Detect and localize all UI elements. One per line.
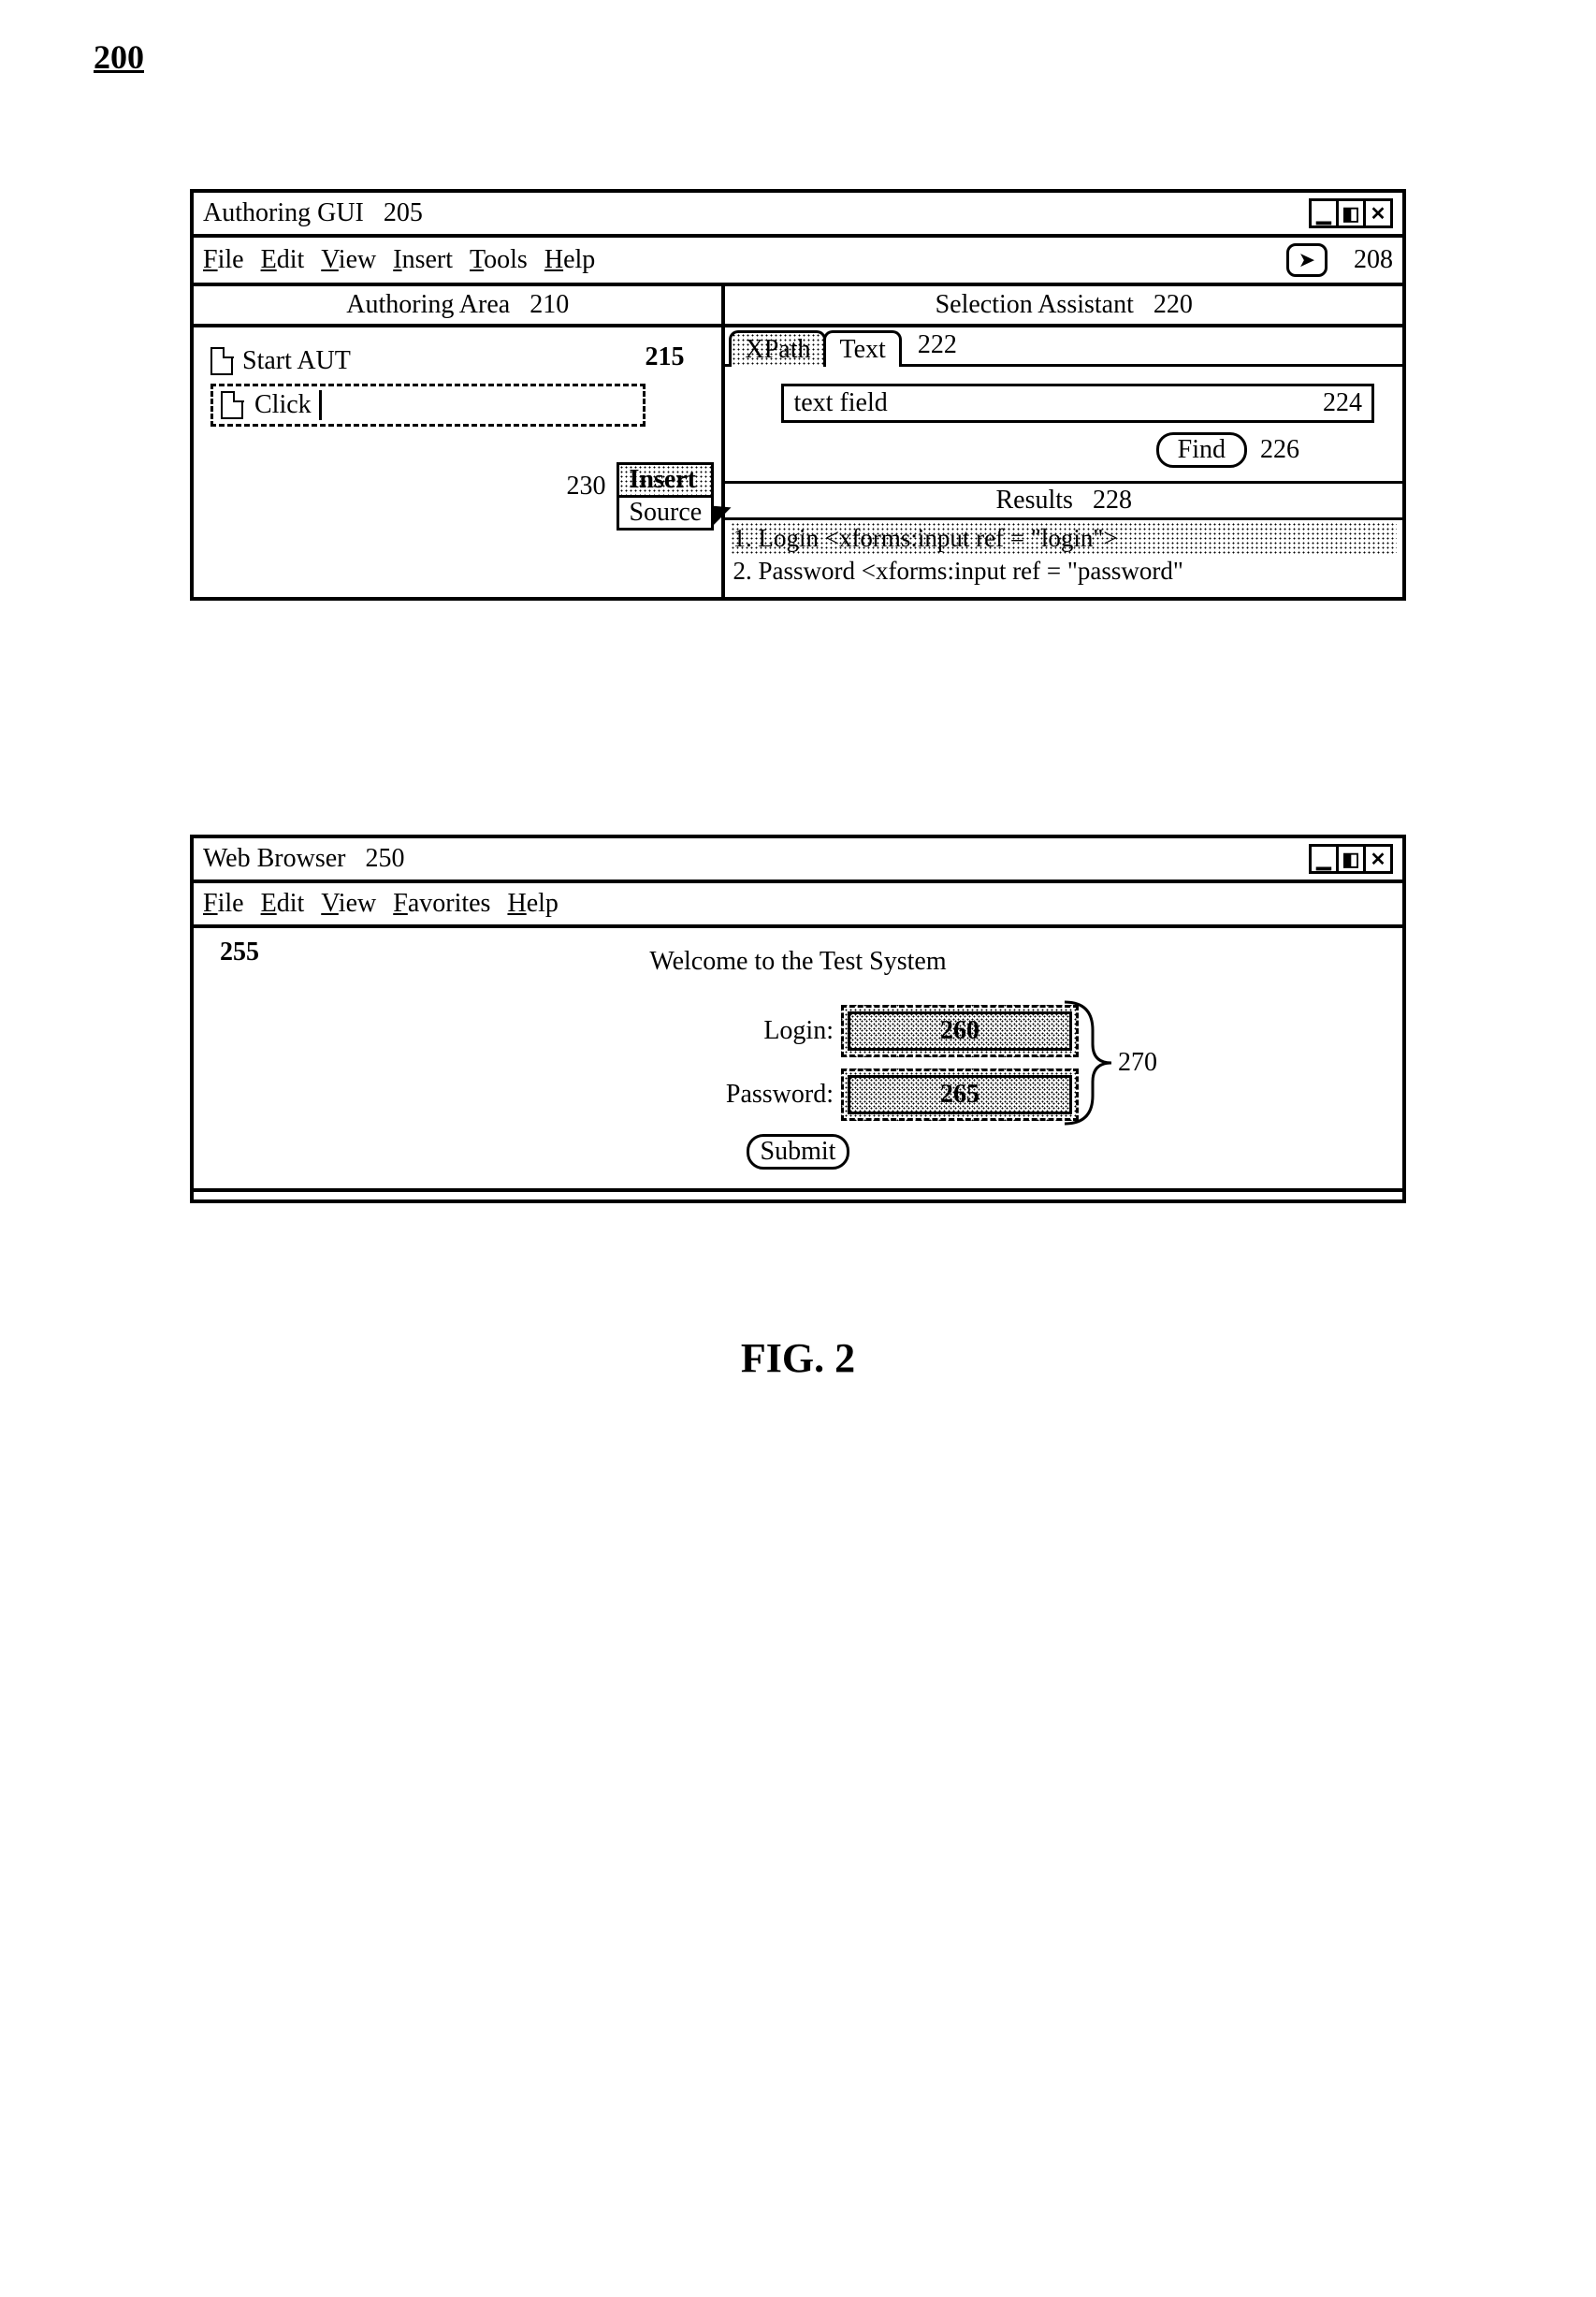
close-icon[interactable]: ✕ (1363, 844, 1393, 874)
menubar: File Edit View Favorites Help (194, 883, 1402, 928)
cursor-ref: 208 (1354, 245, 1393, 275)
browser-body: 255 Welcome to the Test System Login: 26… (194, 928, 1402, 1188)
authoring-area-ref: 210 (530, 290, 569, 319)
password-input[interactable]: 265 (848, 1075, 1072, 1114)
login-input[interactable]: 260 (848, 1011, 1072, 1051)
text-caret-icon (319, 390, 322, 420)
find-ref: 226 (1260, 435, 1299, 465)
web-browser-window: Web Browser 250 ▁ ◧ ✕ File Edit View Fav… (190, 835, 1406, 1203)
minimize-icon[interactable]: ▁ (1309, 198, 1339, 228)
results-ref: 228 (1093, 486, 1132, 515)
selection-assistant-label: Selection Assistant (936, 290, 1134, 319)
text-field-ref: 224 (1323, 388, 1362, 418)
cursor-icon: ➤ (1299, 248, 1315, 272)
menu-file[interactable]: File (203, 245, 244, 275)
login-label: Login: (763, 1016, 834, 1046)
find-button[interactable]: Find (1156, 432, 1247, 468)
result-item-1[interactable]: 1. Login <xforms:input ref = "login"> (731, 522, 1397, 555)
login-form: Login: 260 Password: 265 270 Submit (517, 1005, 1079, 1170)
brace-icon: 270 (1060, 997, 1172, 1128)
step-click[interactable]: Click (210, 384, 646, 427)
window-title: Authoring GUI (203, 198, 364, 227)
close-icon[interactable]: ✕ (1363, 198, 1393, 228)
authoring-area-header: Authoring Area 210 (194, 286, 721, 327)
statusbar (194, 1188, 1402, 1199)
result-item-2[interactable]: 2. Password <xforms:input ref = "passwor… (731, 555, 1397, 588)
menu-edit[interactable]: Edit (261, 889, 305, 919)
body-ref: 255 (220, 938, 259, 967)
menu-help[interactable]: Help (544, 245, 595, 275)
menubar: File Edit View Insert Tools Help ➤ 208 (194, 238, 1402, 286)
menu-view[interactable]: View (321, 245, 376, 275)
submit-button[interactable]: Submit (747, 1134, 850, 1170)
authoring-gui-window: Authoring GUI 205 ▁ ◧ ✕ File Edit View I… (190, 189, 1406, 601)
page-icon (210, 347, 233, 375)
authoring-area-pane: Authoring Area 210 215 Start AUT Click (194, 286, 725, 597)
tab-text[interactable]: Text (823, 330, 901, 367)
window-title: Web Browser (203, 844, 345, 873)
selection-assistant-header: Selection Assistant 220 (725, 286, 1402, 327)
results-label: Results (995, 486, 1072, 515)
step-click-label: Click (254, 390, 312, 420)
titlebar: Authoring GUI 205 ▁ ◧ ✕ (194, 193, 1402, 238)
window-title-ref: 250 (365, 844, 404, 873)
results-header: Results 228 (725, 484, 1402, 520)
ctx-insert[interactable]: Insert (619, 465, 711, 498)
tab-xpath[interactable]: XPath (729, 330, 826, 367)
step-ref: 215 (645, 342, 684, 372)
menu-help[interactable]: Help (507, 889, 558, 919)
authoring-area-label: Authoring Area (346, 290, 510, 319)
menu-edit[interactable]: Edit (261, 245, 305, 275)
minimize-icon[interactable]: ▁ (1309, 844, 1339, 874)
text-field-label: text field (793, 388, 887, 418)
figure-number-top: 200 (94, 37, 1502, 77)
welcome-heading: Welcome to the Test System (212, 947, 1384, 977)
context-menu: Insert Source (617, 462, 714, 531)
password-input-highlight: 265 (841, 1069, 1079, 1121)
menu-insert[interactable]: Insert (393, 245, 453, 275)
login-input-highlight: 260 (841, 1005, 1079, 1057)
context-menu-ref: 230 (566, 472, 605, 502)
page-icon (221, 391, 243, 419)
window-controls: ▁ ◧ ✕ (1312, 844, 1393, 874)
window-controls: ▁ ◧ ✕ (1312, 198, 1393, 228)
maximize-icon[interactable]: ◧ (1336, 198, 1366, 228)
group-ref: 270 (1118, 1048, 1157, 1077)
selection-assistant-pane: Selection Assistant 220 XPath Text 222 t… (725, 286, 1402, 597)
selection-mode-button[interactable]: ➤ (1286, 243, 1328, 277)
tabs-row: XPath Text 222 (725, 327, 1402, 367)
search-text-field[interactable]: text field 224 (781, 384, 1374, 423)
password-label: Password: (726, 1080, 834, 1110)
results-body: 1. Login <xforms:input ref = "login"> 2.… (725, 520, 1402, 597)
step-start-aut-label: Start AUT (242, 346, 351, 376)
menu-view[interactable]: View (321, 889, 376, 919)
menu-favorites[interactable]: Favorites (393, 889, 490, 919)
menu-tools[interactable]: Tools (470, 245, 528, 275)
titlebar: Web Browser 250 ▁ ◧ ✕ (194, 838, 1402, 883)
menu-file[interactable]: File (203, 889, 244, 919)
window-title-ref: 205 (384, 198, 423, 227)
maximize-icon[interactable]: ◧ (1336, 844, 1366, 874)
selection-assistant-ref: 220 (1153, 290, 1193, 319)
step-start-aut[interactable]: Start AUT (210, 346, 704, 376)
figure-caption: FIG. 2 (94, 1334, 1502, 1382)
tabs-ref: 222 (918, 330, 957, 364)
ctx-source[interactable]: Source (619, 498, 711, 528)
